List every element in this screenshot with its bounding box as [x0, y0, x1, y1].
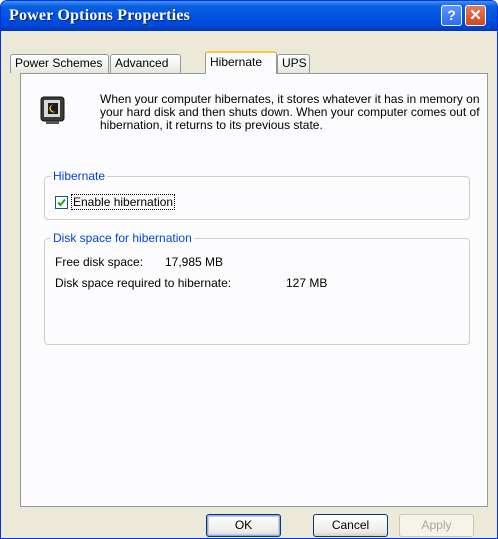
- apply-button[interactable]: Apply: [399, 514, 474, 537]
- hibernate-tab-panel: When your computer hibernates, it stores…: [20, 73, 488, 507]
- free-disk-space-value: 17,985 MB: [165, 255, 224, 269]
- enable-hibernation-checkbox[interactable]: [55, 195, 68, 209]
- enable-hibernation-row[interactable]: Enable hibernation: [55, 194, 176, 210]
- required-disk-space-line: Disk space required to hibernate: 127 MB: [55, 276, 327, 290]
- hibernate-description: When your computer hibernates, it stores…: [100, 92, 480, 132]
- monitor-sleep-icon: [38, 94, 68, 126]
- enable-hibernation-label[interactable]: Enable hibernation: [70, 194, 176, 210]
- tab-ups[interactable]: UPS: [277, 54, 310, 73]
- hibernate-group-legend: Hibernate: [51, 169, 108, 183]
- required-disk-space-value: 127 MB: [286, 276, 328, 290]
- hibernate-group: Hibernate Enable hibernation: [44, 169, 470, 220]
- required-disk-space-label: Disk space required to hibernate:: [55, 276, 232, 290]
- help-icon: ?: [447, 7, 456, 23]
- cancel-button[interactable]: Cancel: [313, 514, 388, 537]
- tab-advanced[interactable]: Advanced: [110, 54, 181, 73]
- disk-space-group-legend: Disk space for hibernation: [51, 231, 194, 245]
- close-button[interactable]: ✕: [465, 5, 486, 26]
- ok-button[interactable]: OK: [206, 514, 281, 537]
- free-disk-space-label: Free disk space:: [55, 255, 144, 269]
- disk-space-group: Disk space for hibernation Free disk spa…: [44, 231, 470, 345]
- free-disk-space-line: Free disk space: 17,985 MB: [55, 255, 223, 269]
- checkmark-icon: [57, 198, 66, 206]
- title-bar[interactable]: Power Options Properties ? ✕: [1, 1, 497, 31]
- tab-power-schemes[interactable]: Power Schemes: [10, 54, 109, 73]
- tab-hibernate[interactable]: Hibernate: [205, 51, 277, 74]
- power-options-window: Power Options Properties ? ✕ Power Schem…: [0, 0, 498, 539]
- help-button[interactable]: ?: [441, 5, 462, 26]
- window-title: Power Options Properties: [9, 7, 191, 24]
- close-icon: ✕: [469, 7, 482, 24]
